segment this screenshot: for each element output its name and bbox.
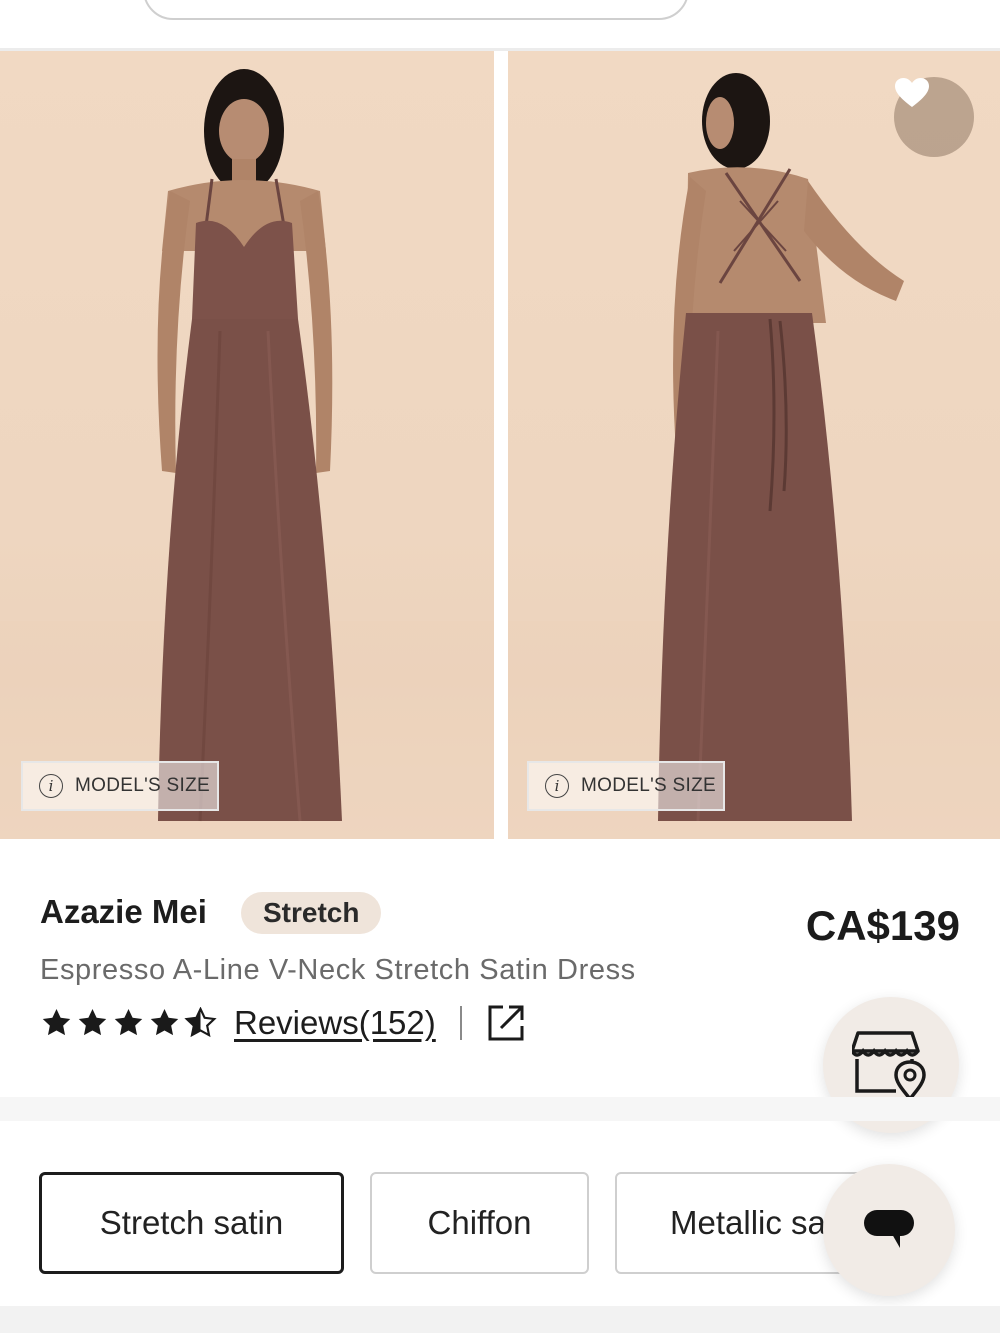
model-size-label: MODEL'S SIZE xyxy=(581,775,716,796)
star-full-icon xyxy=(114,1009,143,1036)
star-full-icon xyxy=(150,1009,179,1036)
product-image-front[interactable]: i MODEL'S SIZE xyxy=(0,51,494,839)
stretch-badge: Stretch xyxy=(241,892,382,934)
chat-icon xyxy=(864,1210,914,1248)
fabric-option-chiffon[interactable]: Chiffon xyxy=(370,1172,589,1274)
product-gallery[interactable]: i MODEL'S SIZE i MODEL'S SIZE xyxy=(0,51,1000,839)
dress-front-illustration xyxy=(0,69,494,839)
heart-icon xyxy=(895,78,929,107)
info-icon: i xyxy=(39,774,63,798)
model-size-label: MODEL'S SIZE xyxy=(75,775,210,796)
dress-back-illustration xyxy=(508,73,1000,839)
rating-row: Reviews(152) xyxy=(40,1003,526,1043)
share-button[interactable] xyxy=(486,1003,526,1043)
chat-button[interactable] xyxy=(823,1164,955,1296)
brand-name: Azazie Mei xyxy=(40,893,207,930)
product-image-back[interactable]: i MODEL'S SIZE xyxy=(508,51,1000,839)
favorite-button[interactable] xyxy=(894,77,974,157)
star-full-icon xyxy=(42,1009,71,1036)
star-half-icon xyxy=(184,1007,217,1038)
product-title: Espresso A-Line V-Neck Stretch Satin Dre… xyxy=(40,954,636,986)
share-icon xyxy=(488,1005,524,1041)
separator xyxy=(459,1006,462,1040)
store-location-icon xyxy=(852,1031,926,1101)
star-rating xyxy=(40,1007,220,1039)
bottom-divider xyxy=(0,1306,1000,1333)
info-icon: i xyxy=(545,774,569,798)
product-price: CA$139 xyxy=(805,902,960,949)
reviews-link[interactable]: Reviews(152) xyxy=(234,1004,436,1042)
section-divider xyxy=(0,1097,1000,1121)
fabric-option-stretch-satin[interactable]: Stretch satin xyxy=(39,1172,344,1274)
model-size-button[interactable]: i MODEL'S SIZE xyxy=(21,761,219,811)
model-size-button[interactable]: i MODEL'S SIZE xyxy=(527,761,725,811)
search-bar[interactable] xyxy=(143,0,689,20)
star-full-icon xyxy=(78,1009,107,1036)
